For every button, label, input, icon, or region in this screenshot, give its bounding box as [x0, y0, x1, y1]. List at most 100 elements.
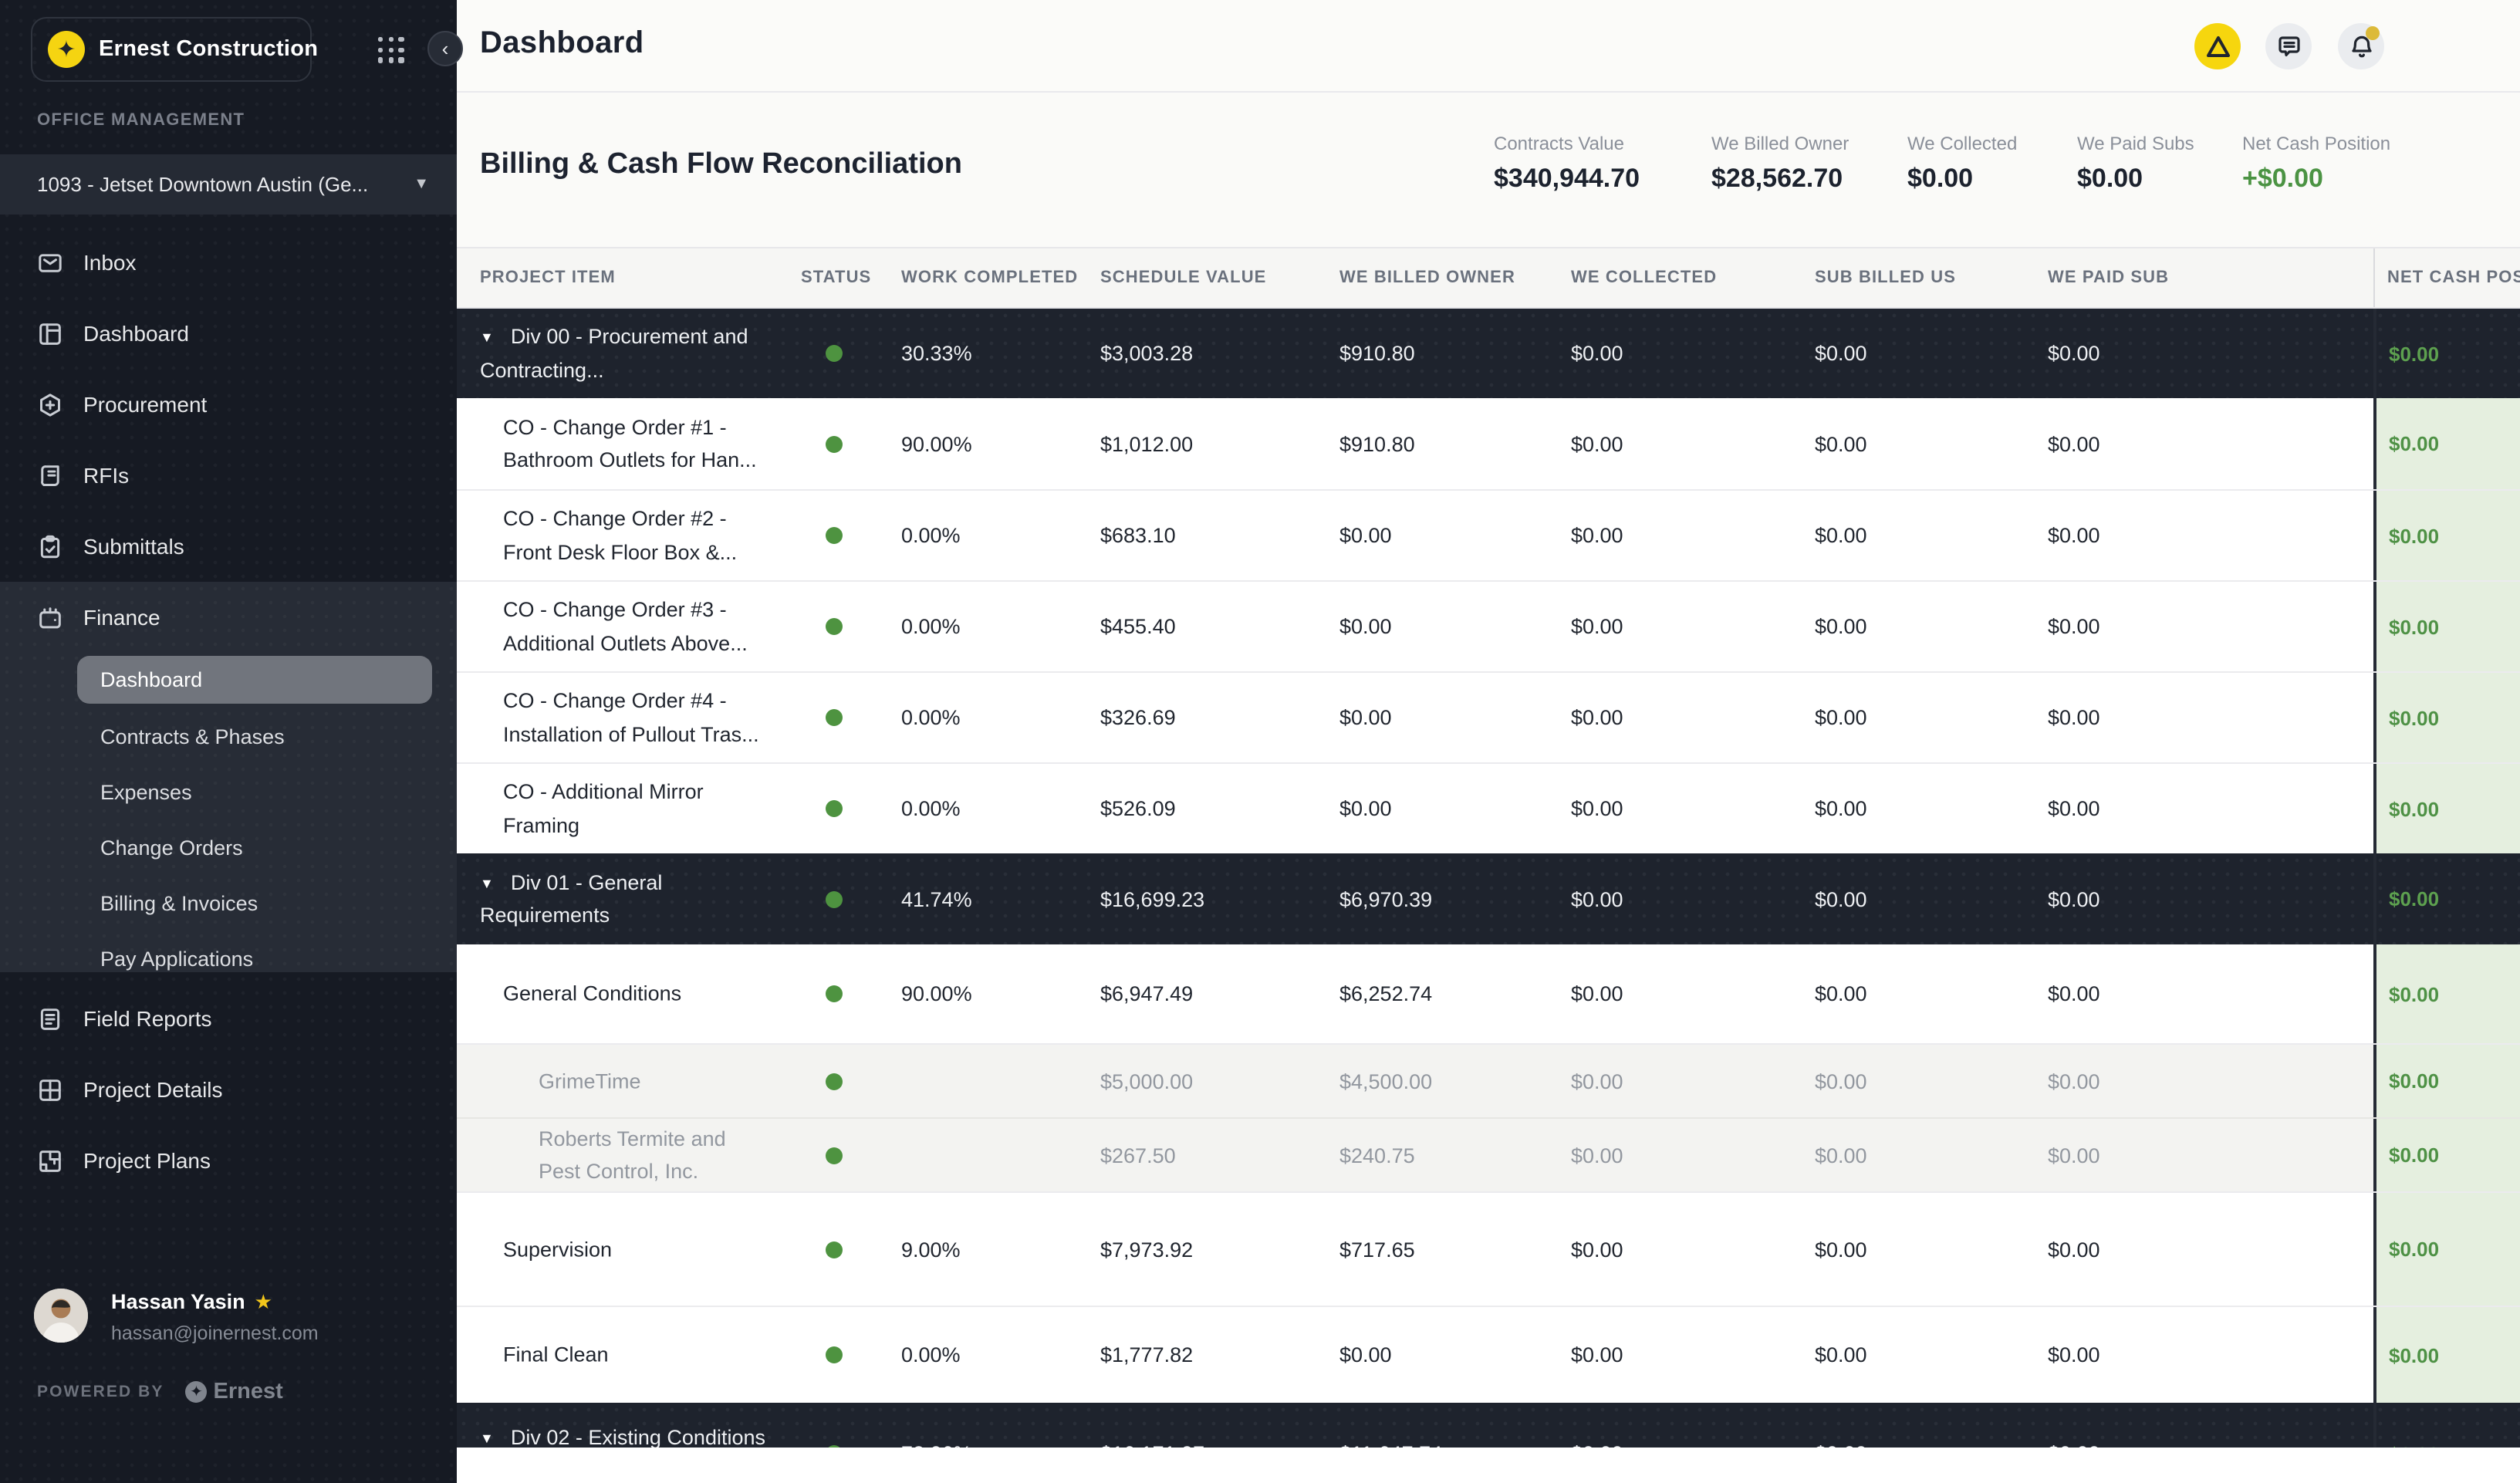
table-row[interactable]: Supervision9.00%$7,973.92$717.65$0.00$0.…: [457, 1191, 2520, 1306]
stat-value: $28,562.70: [1711, 164, 1849, 194]
sidebar-item-procurement[interactable]: Procurement: [0, 369, 457, 440]
notifications-button[interactable]: [2338, 23, 2384, 69]
sidebar-item-inbox[interactable]: Inbox: [0, 227, 457, 298]
warning-triangle-icon: [2204, 33, 2231, 59]
cell-we-billed-owner: $6,970.39: [1339, 887, 1432, 910]
project-item-name: Div 01 - General Requirements: [480, 870, 662, 927]
cell-we-billed-owner: $910.80: [1339, 432, 1415, 455]
finance-icon: [37, 604, 63, 630]
cell-sub-billed-us: $0.00: [1815, 982, 1867, 1005]
collapse-triangle-icon[interactable]: ▼: [480, 329, 494, 345]
sidebar-item-label: Procurement: [83, 392, 207, 417]
section-title: Billing & Cash Flow Reconciliation: [480, 148, 962, 182]
cell-sub-billed-us: $0.00: [1815, 887, 1867, 910]
cell-we-billed-owner: $717.65: [1339, 1238, 1415, 1261]
sidebar-item-finance[interactable]: Finance: [0, 582, 457, 653]
sidebar-subitem-contracts-phases[interactable]: Contracts & Phases: [77, 708, 432, 764]
bottom-scrollbar-track: [457, 1448, 2520, 1483]
sidebar-item-submittals[interactable]: Submittals: [0, 511, 457, 582]
company-logo-box[interactable]: ✦ Ernest Construction: [31, 17, 312, 82]
sidebar-subitem-pay-applications[interactable]: Pay Applications: [77, 931, 432, 986]
sidebar-item-project-plans[interactable]: Project Plans: [0, 1125, 457, 1196]
cell-work-completed: 90.00%: [901, 432, 972, 455]
sidebar-item-project-details[interactable]: Project Details: [0, 1054, 457, 1125]
cell-we-collected: $0.00: [1571, 615, 1623, 638]
cell-we-collected: $0.00: [1571, 982, 1623, 1005]
sidebar-subitem-expenses[interactable]: Expenses: [77, 764, 432, 819]
sidebar-subitem-billing-invoices[interactable]: Billing & Invoices: [77, 875, 432, 931]
dashboard-icon: [37, 320, 63, 346]
sidebar-item-label: Project Plans: [83, 1148, 211, 1173]
alerts-button[interactable]: [2194, 23, 2241, 69]
cell-we-paid-sub: $0.00: [2048, 615, 2100, 638]
stat-net-cash-position: Net Cash Position+$0.00: [2242, 133, 2390, 194]
inbox-icon: [37, 249, 63, 275]
cell-we-collected: $0.00: [1571, 342, 1623, 365]
column-header-net-cash-position: NET CASH POSITION: [2373, 248, 2520, 307]
cell-net-cash-position: $0.00: [2373, 1307, 2520, 1403]
user-email: hassan@joinernest.com: [111, 1323, 319, 1344]
user-name: Hassan Yasin: [111, 1290, 245, 1313]
sidebar-item-field-reports[interactable]: Field Reports: [0, 983, 457, 1054]
project-item-name: CO - Change Order #2 - Front Desk Floor …: [503, 502, 778, 569]
sidebar-item-label: Finance: [83, 605, 160, 630]
cell-sub-billed-us: $0.00: [1815, 615, 1867, 638]
cell-we-collected: $0.00: [1571, 706, 1623, 729]
table-row[interactable]: Final Clean0.00%$1,777.82$0.00$0.00$0.00…: [457, 1306, 2520, 1403]
cell-we-collected: $0.00: [1571, 797, 1623, 820]
project-item-name: CO - Change Order #3 - Additional Outlet…: [503, 593, 778, 660]
cell-work-completed: 9.00%: [901, 1238, 961, 1261]
cell-we-collected: $0.00: [1571, 1143, 1623, 1167]
project-item-name: Final Clean: [503, 1338, 778, 1371]
stat-label: We Collected: [1907, 133, 2017, 154]
table-row[interactable]: ▼Div 00 - Procurement and Contracting...…: [457, 309, 2520, 398]
cell-we-billed-owner: $0.00: [1339, 706, 1392, 729]
cell-net-cash-position: $0.00: [2373, 944, 2520, 1043]
stat-value: $0.00: [2077, 164, 2194, 194]
sidebar-collapse-button[interactable]: ‹: [427, 31, 463, 66]
page-title: Dashboard: [480, 26, 644, 62]
collapse-triangle-icon[interactable]: ▼: [480, 1431, 494, 1446]
cell-work-completed: 0.00%: [901, 615, 961, 638]
table-row[interactable]: CO - Change Order #3 - Additional Outlet…: [457, 580, 2520, 671]
cell-sub-billed-us: $0.00: [1815, 1238, 1867, 1261]
cell-net-cash-position: $0.00: [2373, 1119, 2520, 1191]
table-row[interactable]: ▼Div 01 - General Requirements41.74%$16,…: [457, 853, 2520, 944]
cell-schedule-value: $683.10: [1100, 524, 1176, 547]
cell-we-paid-sub: $0.00: [2048, 342, 2100, 365]
table-row[interactable]: General Conditions90.00%$6,947.49$6,252.…: [457, 944, 2520, 1043]
status-dot: [826, 618, 843, 635]
table-row[interactable]: CO - Change Order #1 - Bathroom Outlets …: [457, 398, 2520, 489]
sidebar-item-dashboard[interactable]: Dashboard: [0, 298, 457, 369]
project-selector-dropdown[interactable]: 1093 - Jetset Downtown Austin (Ge... ▼: [0, 154, 457, 215]
stat-we-billed-owner: We Billed Owner$28,562.70: [1711, 133, 1849, 194]
apps-grid-icon[interactable]: [378, 37, 404, 63]
cell-schedule-value: $5,000.00: [1100, 1069, 1193, 1093]
cell-we-paid-sub: $0.00: [2048, 1343, 2100, 1366]
sidebar-subitem-dashboard[interactable]: Dashboard: [77, 656, 432, 704]
stat-contracts-value: Contracts Value$340,944.70: [1494, 133, 1640, 194]
sidebar-item-rfis[interactable]: RFIs: [0, 440, 457, 511]
user-profile[interactable]: Hassan Yasin★ hassan@joinernest.com: [0, 1284, 457, 1392]
sidebar-subitem-change-orders[interactable]: Change Orders: [77, 819, 432, 875]
powered-by: POWERED BY ✦ Ernest: [37, 1380, 283, 1404]
cell-we-billed-owner: $6,252.74: [1339, 982, 1432, 1005]
table-row[interactable]: Roberts Termite and Pest Control, Inc.$2…: [457, 1117, 2520, 1191]
sidebar-item-label: Submittals: [83, 534, 184, 559]
cell-we-billed-owner: $4,500.00: [1339, 1069, 1432, 1093]
column-header-work-completed: WORK COMPLETED: [901, 269, 1078, 287]
cell-project-item: ▼Div 01 - General Requirements: [480, 866, 765, 932]
table-row[interactable]: CO - Additional Mirror Framing0.00%$526.…: [457, 762, 2520, 853]
table-row[interactable]: CO - Change Order #4 - Installation of P…: [457, 671, 2520, 762]
cell-we-collected: $0.00: [1571, 1343, 1623, 1366]
powered-by-brand: Ernest: [214, 1380, 283, 1404]
messages-button[interactable]: [2265, 23, 2312, 69]
cell-net-cash-position: $0.00: [2373, 398, 2520, 489]
table-row[interactable]: CO - Change Order #2 - Front Desk Floor …: [457, 489, 2520, 580]
table-row[interactable]: GrimeTime$5,000.00$4,500.00$0.00$0.00$0.…: [457, 1043, 2520, 1117]
project-item-name: CO - Additional Mirror Framing: [503, 775, 778, 842]
collapse-triangle-icon[interactable]: ▼: [480, 875, 494, 890]
cell-schedule-value: $1,012.00: [1100, 432, 1193, 455]
sidebar-subitem-label: Contracts & Phases: [100, 725, 285, 748]
cell-we-paid-sub: $0.00: [2048, 982, 2100, 1005]
